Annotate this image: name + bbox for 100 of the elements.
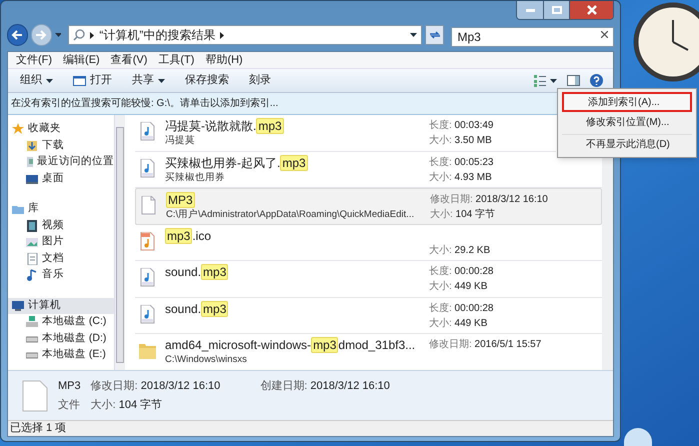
view-button[interactable]	[534, 74, 557, 86]
file-subtitle: C:\Windows\winsxs	[165, 353, 248, 367]
nav-item[interactable]: 库	[8, 201, 114, 218]
nav-item[interactable]: 本地磁盘 (C:)	[8, 314, 114, 330]
dropdown-arrow-icon	[410, 33, 418, 37]
search-icon	[73, 29, 86, 41]
menu-item[interactable]: 编辑(E)	[58, 52, 105, 68]
result-row[interactable]: mp3 .ico 大小: 29.2 KB	[135, 224, 602, 261]
file-name: sound. mp3	[165, 300, 230, 316]
toolbar-button[interactable]: 组织	[12, 70, 61, 90]
computer-icon	[12, 300, 24, 312]
file-property: 修改日期: 2018/3/12 16:10	[430, 192, 548, 207]
file-name: sound. mp3	[165, 264, 230, 280]
preview-pane-icon	[567, 75, 580, 86]
file-property: 大小: 29.2 KB	[429, 244, 490, 258]
clear-icon[interactable]	[601, 31, 608, 38]
address-path[interactable]: “计算机”中的搜索结果	[99, 26, 216, 44]
search-field[interactable]: Mp3	[451, 27, 614, 47]
recent-places-icon	[26, 156, 33, 168]
status-text: 已选择 1 项	[10, 421, 66, 436]
nav-item[interactable]: 下载	[8, 138, 114, 154]
dropdown-arrow-icon	[54, 33, 62, 37]
toolbar-button[interactable]: 保存搜索	[177, 70, 237, 90]
context-menu-item[interactable]: 修改索引位置(M)...	[562, 112, 692, 132]
blank-file-icon	[22, 380, 48, 412]
audio-file-icon	[139, 304, 157, 324]
film-icon	[26, 220, 38, 232]
nav-item[interactable]: 音乐	[8, 267, 114, 284]
file-property: 大小: 449 KB	[429, 316, 488, 330]
menu-item[interactable]: 工具(T)	[153, 52, 200, 68]
nav-scrollbar[interactable]	[114, 115, 125, 370]
maximize-button[interactable]	[543, 1, 569, 19]
context-menu-item[interactable]: 不再显示此消息(D)	[562, 134, 692, 154]
nav-item[interactable]: 视频	[8, 218, 114, 234]
file-property: 大小: 3.50 MB	[429, 134, 493, 148]
nav-item[interactable]: 图片	[8, 234, 114, 250]
caret-icon	[158, 78, 165, 82]
nav-item[interactable]: 桌面	[8, 170, 114, 187]
address-bar[interactable]: “计算机”中的搜索结果	[68, 25, 422, 45]
file-property: 长度: 00:05:23	[429, 156, 494, 170]
menu-item[interactable]: 查看(V)	[106, 52, 152, 68]
result-row[interactable]: sound. mp3 长度: 00:00:28 大小: 449 KB	[135, 261, 602, 298]
nav-item[interactable]: 文档	[8, 250, 114, 267]
caret-icon	[550, 78, 557, 82]
music-note-icon	[26, 269, 38, 282]
details-property: 大小: 104 字节	[90, 398, 164, 413]
back-arrow-icon	[11, 30, 24, 40]
audio-file-icon	[139, 268, 157, 287]
minimize-icon	[526, 8, 534, 12]
help-button[interactable]	[590, 74, 603, 87]
file-subtitle: 冯提莫	[165, 134, 196, 148]
preview-pane-button[interactable]	[567, 75, 580, 86]
file-name: MP3	[166, 192, 196, 208]
audio-file-icon	[139, 158, 157, 178]
file-property: 大小: 449 KB	[429, 280, 488, 294]
result-row[interactable]: MP3 C:\用户\Administrator\AppData\Roaming\QuickMediaEdit... 修改日期: 2018/3/12 16:10 大小: 104 字节	[135, 188, 602, 224]
star-icon	[12, 123, 24, 136]
file-property: 大小: 4.93 MB	[429, 170, 493, 184]
help-icon	[590, 74, 603, 87]
refresh-icon	[428, 30, 441, 40]
forward-arrow-icon	[35, 30, 48, 40]
toolbar-button[interactable]: 打开	[65, 70, 120, 90]
scrollbar-thumb[interactable]	[116, 127, 124, 363]
library-folder-icon	[12, 203, 24, 216]
image-file-icon	[139, 232, 157, 250]
toolbar-button[interactable]: 刻录	[241, 70, 279, 90]
breadcrumb-arrow-icon	[220, 32, 224, 38]
file-property: 长度: 00:00:28	[429, 302, 494, 316]
download-folder-icon	[26, 140, 38, 152]
refresh-button[interactable]	[425, 25, 444, 45]
picture-icon	[26, 236, 38, 248]
result-row[interactable]: sound. mp3 长度: 00:00:28 大小: 449 KB	[135, 298, 602, 334]
close-button[interactable]	[569, 1, 613, 19]
details-property: 修改日期: 2018/3/12 16:10	[90, 378, 220, 394]
maximize-icon	[552, 6, 562, 14]
menu-item[interactable]: 文件(F)	[11, 52, 58, 68]
details-file-type: 文件	[58, 398, 81, 413]
nav-item[interactable]: 本地磁盘 (D:)	[8, 330, 114, 347]
file-name: mp3 .ico	[165, 228, 212, 244]
file-name: amd64_microsoft-windows- mp3 dmod_31bf3...	[165, 337, 416, 353]
result-row[interactable]: 冯提莫-说散就散. mp3 冯提莫 长度: 00:03:49 大小: 3.50 MB	[135, 115, 556, 152]
nav-item[interactable]: 本地磁盘 (E:)	[8, 347, 114, 364]
desktop-gadget-drawing	[624, 428, 652, 446]
context-menu-item[interactable]: 添加到索引(A)...	[562, 92, 692, 112]
audio-file-icon	[139, 122, 157, 141]
file-property: 大小: 104 字节	[430, 208, 496, 222]
info-bar-text: 在没有索引的位置搜索可能较慢: G:\。请单击以添加到索引...	[11, 96, 278, 111]
toolbar-button[interactable]: 共享	[124, 70, 173, 90]
system-drive-icon	[26, 316, 38, 328]
back-button[interactable]	[7, 24, 28, 46]
file-property: 长度: 00:03:49	[429, 118, 494, 133]
menu-item[interactable]: 帮助(H)	[200, 52, 248, 68]
caret-icon	[46, 78, 53, 82]
close-icon	[586, 5, 596, 15]
file-property: 长度: 00:00:28	[429, 264, 494, 279]
details-property: 创建日期: 2018/3/12 16:10	[260, 378, 390, 394]
nav-item[interactable]: 收藏夹	[8, 121, 114, 138]
file-property: 修改日期: 2016/5/1 15:57	[429, 338, 542, 352]
nav-item[interactable]: 计算机	[8, 298, 114, 314]
file-subtitle: C:\用户\Administrator\AppData\Roaming\QuickMediaEdit...	[166, 208, 416, 222]
